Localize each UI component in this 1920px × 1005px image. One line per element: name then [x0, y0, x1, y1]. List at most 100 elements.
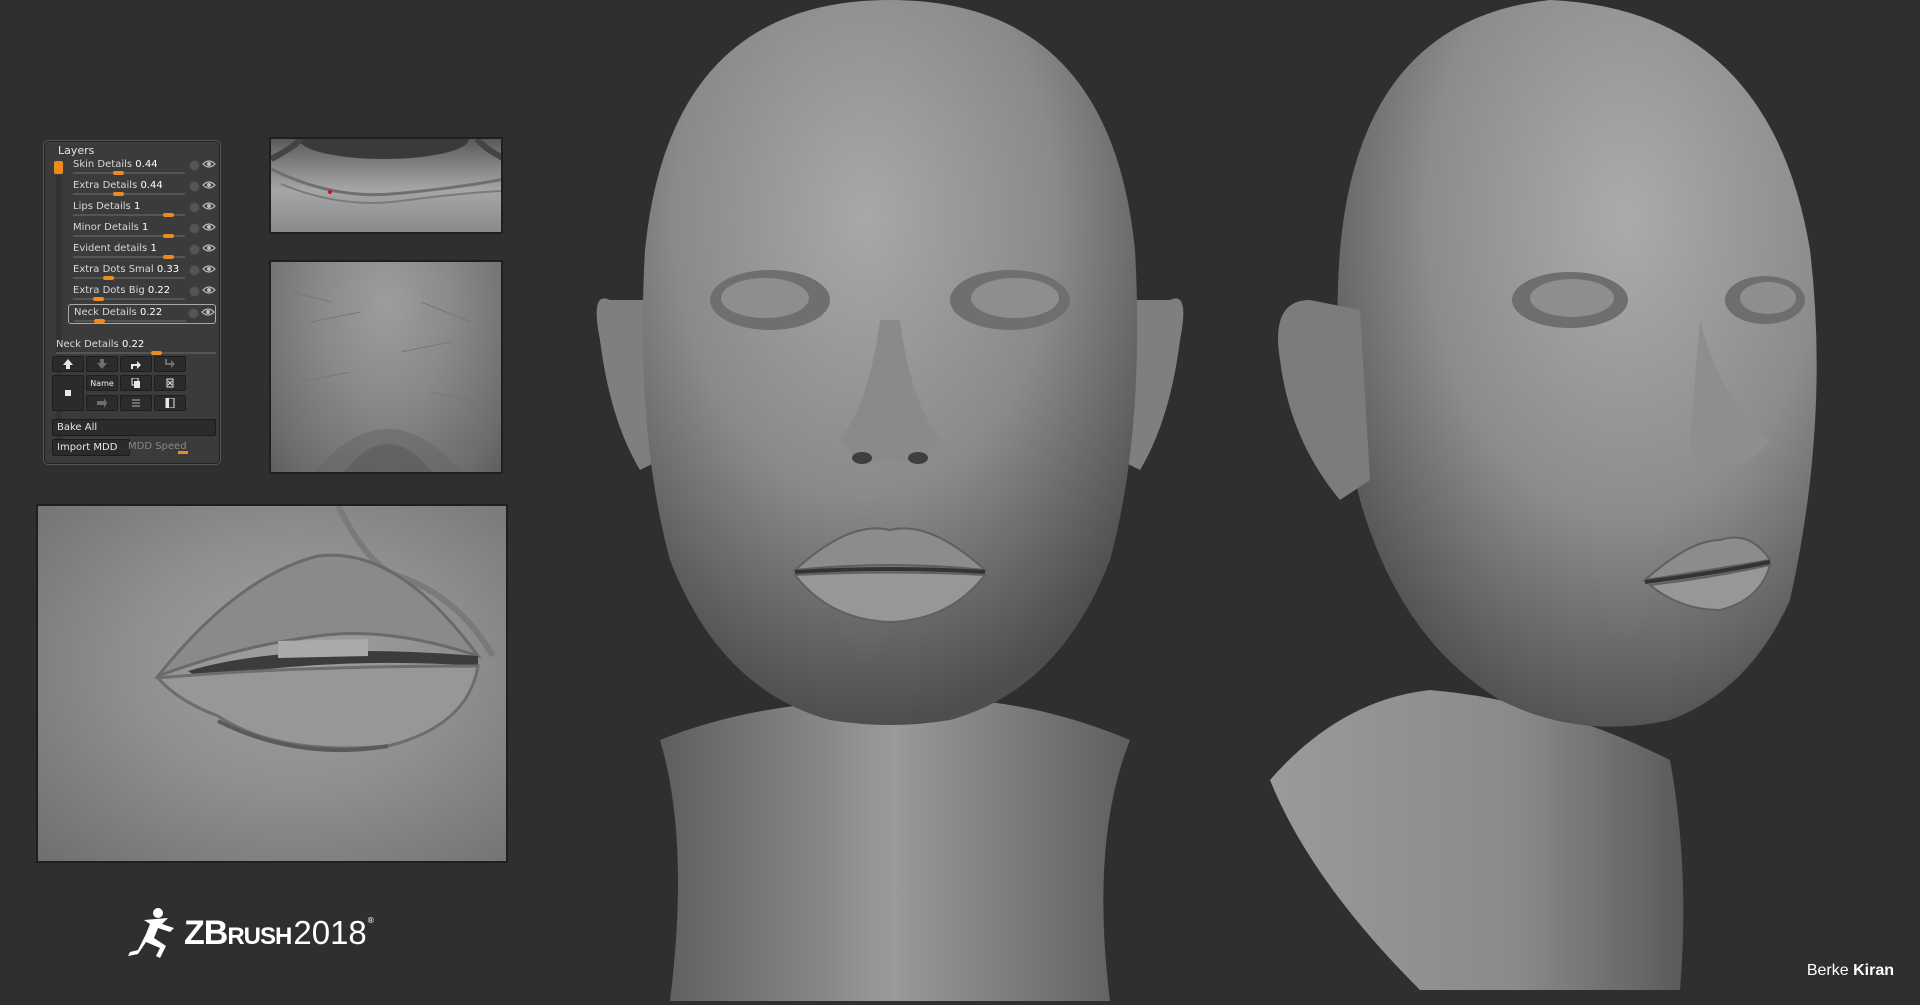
- layer-strength-slider[interactable]: [73, 234, 185, 238]
- layer-strength-slider[interactable]: [73, 276, 185, 280]
- layer-strength-slider[interactable]: [73, 255, 185, 259]
- layer-strength-slider[interactable]: [73, 192, 185, 196]
- arrow-down-icon: [97, 359, 107, 369]
- import-icon: [165, 398, 175, 408]
- logo-year: 2018: [293, 914, 367, 951]
- layer-slider-knob[interactable]: [93, 319, 105, 323]
- skin-detail-crop: [269, 260, 503, 474]
- move-up-button[interactable]: [52, 356, 84, 372]
- head-three-quarter-view: [1250, 0, 1840, 1001]
- record-toggle-icon[interactable]: [189, 160, 200, 171]
- layer-row[interactable]: Extra Details 0.44: [68, 178, 216, 198]
- layer-row[interactable]: Minor Details 1: [68, 220, 216, 240]
- layer-slider-knob[interactable]: [163, 234, 174, 238]
- delete-button[interactable]: [154, 375, 186, 391]
- record-toggle-icon[interactable]: [189, 286, 200, 297]
- logo-b: B: [203, 913, 229, 952]
- layer-strength-slider[interactable]: [73, 297, 185, 301]
- mdd-row: Import MDD MDD Speed: [44, 439, 222, 456]
- square-icon: [65, 390, 71, 396]
- layer-strength-slider[interactable]: [73, 171, 185, 175]
- trash-icon: [166, 378, 174, 388]
- record-toggle-icon[interactable]: [189, 265, 200, 276]
- layer-row[interactable]: Extra Dots Big 0.22: [68, 283, 216, 303]
- redirect-button[interactable]: [120, 356, 152, 372]
- turn-right-icon: [131, 361, 141, 369]
- logo-registered: ®: [366, 916, 375, 925]
- merge-down-button[interactable]: [86, 395, 118, 411]
- duplicate-button[interactable]: [120, 375, 152, 391]
- record-button[interactable]: [52, 375, 84, 411]
- visibility-eye-icon[interactable]: [202, 243, 216, 253]
- layer-row[interactable]: Evident details 1: [68, 241, 216, 261]
- layer-value: 0.33: [156, 264, 180, 275]
- layer-slider-knob[interactable]: [163, 255, 174, 259]
- logo-rush: RUSH: [227, 922, 292, 950]
- visibility-eye-icon[interactable]: [202, 180, 216, 190]
- running-man-icon: [128, 908, 174, 958]
- visibility-eye-icon[interactable]: [202, 264, 216, 274]
- red-marker: [328, 190, 332, 194]
- layer-name: Minor Details: [73, 222, 139, 233]
- import-layer-button[interactable]: [154, 395, 186, 411]
- record-toggle-icon[interactable]: [189, 202, 200, 213]
- turn-down-icon: [165, 359, 175, 368]
- visibility-eye-icon[interactable]: [202, 222, 216, 232]
- logo-z: Z: [184, 913, 205, 952]
- name-button[interactable]: Name: [86, 375, 118, 391]
- layer-name: Extra Dots Smal: [73, 264, 154, 275]
- move-down-button[interactable]: [86, 356, 118, 372]
- merge-icon: [97, 398, 107, 408]
- stack-icon: [132, 399, 140, 407]
- import-mdd-button[interactable]: Import MDD: [52, 439, 130, 456]
- layer-slider-knob[interactable]: [102, 276, 114, 280]
- layer-row[interactable]: Extra Dots Smal 0.33: [68, 262, 216, 282]
- layer-strength-slider[interactable]: [74, 319, 186, 323]
- layer-name: Evident details: [73, 243, 148, 254]
- panel-title: Layers: [58, 144, 95, 157]
- head-front-view: [590, 0, 1190, 1001]
- layer-slider-knob[interactable]: [92, 297, 104, 301]
- merge-all-button[interactable]: [120, 395, 152, 411]
- layer-slider-knob[interactable]: [112, 192, 124, 196]
- layer-value: 0.44: [140, 180, 163, 191]
- layer-row[interactable]: Lips Details 1: [68, 199, 216, 219]
- artist-credit: Berke Kiran: [1807, 962, 1894, 980]
- zbrush-logo: ZBRUSH 2018 ®: [126, 906, 375, 960]
- record-toggle-icon[interactable]: [189, 181, 200, 192]
- layer-slider-knob[interactable]: [112, 171, 124, 175]
- layer-strength-slider[interactable]: [73, 213, 185, 217]
- visibility-eye-icon[interactable]: [202, 201, 216, 211]
- visibility-eye-icon[interactable]: [202, 285, 216, 295]
- bake-all-button[interactable]: Bake All: [52, 419, 216, 436]
- visibility-eye-icon[interactable]: [201, 307, 215, 317]
- layer-row[interactable]: Skin Details 0.44: [68, 157, 216, 177]
- mdd-speed-knob[interactable]: [178, 451, 188, 454]
- artist-last-name: Kiran: [1853, 962, 1894, 979]
- layer-name: Lips Details: [73, 201, 131, 212]
- layers-panel: Layers Skin Details 0.44 Extra Details 0.…: [43, 140, 221, 465]
- current-layer-slider[interactable]: [56, 351, 216, 355]
- record-toggle-icon[interactable]: [189, 223, 200, 234]
- split-button[interactable]: [154, 356, 186, 372]
- layer-row[interactable]: Neck Details 0.22: [68, 304, 216, 324]
- copy-icon: [131, 378, 140, 388]
- current-layer-value: 0.22: [121, 339, 145, 350]
- record-toggle-icon[interactable]: [189, 244, 200, 255]
- active-layer-marker[interactable]: [54, 161, 63, 174]
- layer-slider-knob[interactable]: [163, 213, 174, 217]
- layer-value: 1: [142, 222, 149, 233]
- record-toggle-icon[interactable]: [188, 308, 199, 319]
- current-layer-name: Neck Details: [56, 339, 119, 350]
- layer-value: 0.22: [139, 307, 163, 318]
- layer-name: Extra Details: [73, 180, 138, 191]
- mdd-speed-slider[interactable]: MDD Speed: [124, 439, 206, 454]
- arrow-up-icon: [63, 359, 73, 369]
- lips-detail-crop: [36, 504, 508, 863]
- layer-value: 1: [133, 201, 141, 212]
- visibility-eye-icon[interactable]: [202, 159, 216, 169]
- layer-value: 0.44: [135, 159, 158, 170]
- layer-value: 0.22: [147, 285, 171, 296]
- current-layer-strength[interactable]: Neck Details 0.22: [54, 337, 216, 357]
- current-layer-slider-knob[interactable]: [150, 351, 162, 355]
